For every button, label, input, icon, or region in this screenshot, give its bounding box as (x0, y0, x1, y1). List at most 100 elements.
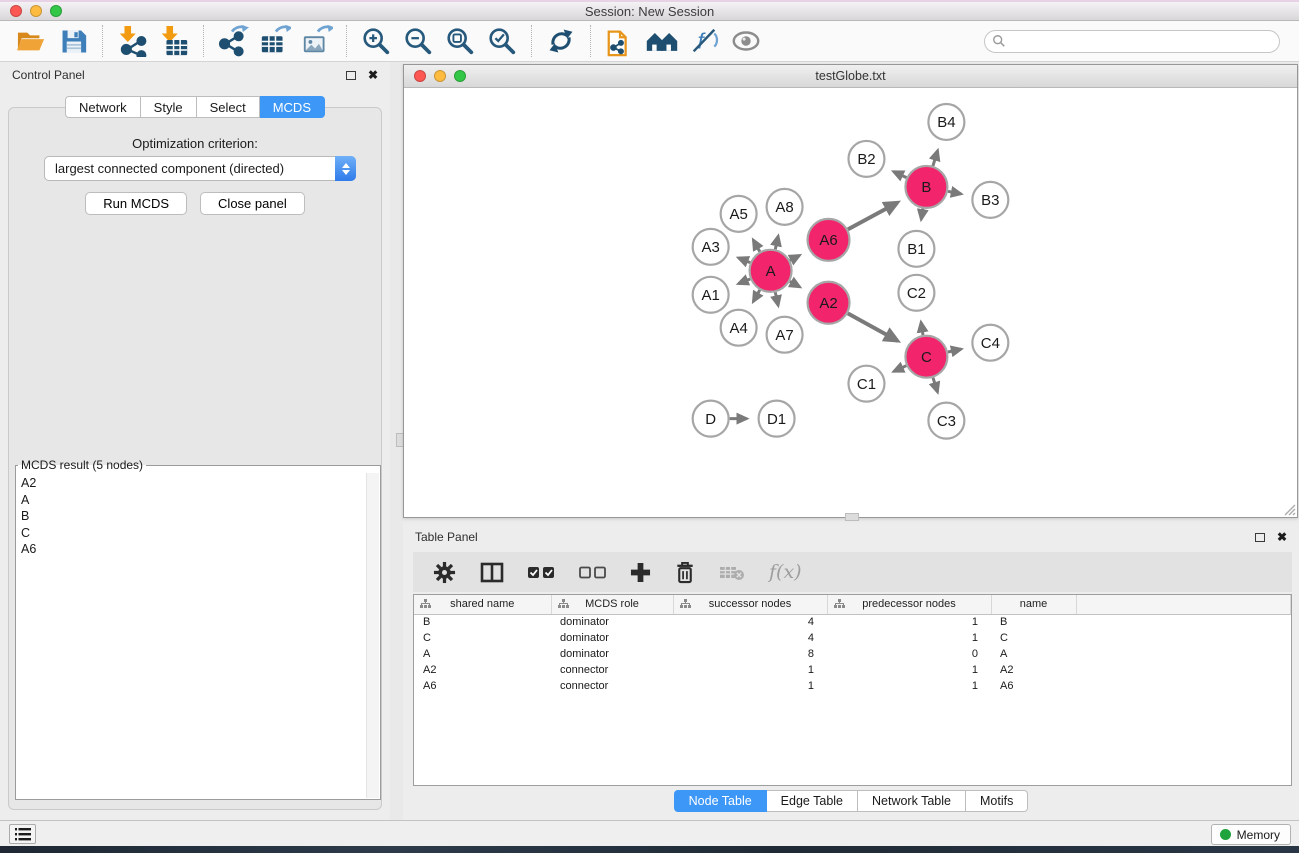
export-network-icon[interactable] (212, 23, 254, 59)
edge-B-B3[interactable] (948, 191, 961, 194)
graph-node-D[interactable]: D (693, 401, 729, 437)
tab-network[interactable]: Network (65, 96, 141, 118)
result-item[interactable]: A2 (21, 475, 364, 492)
open-session-icon[interactable] (10, 23, 52, 59)
zoom-selected-icon[interactable] (481, 23, 523, 59)
edge-A2-C[interactable] (848, 313, 898, 340)
show-column-icon[interactable] (480, 562, 504, 583)
tab-select[interactable]: Select (197, 96, 260, 118)
close-panel-button[interactable]: Close panel (200, 192, 305, 215)
search-input[interactable] (984, 30, 1280, 53)
tab-edge-table[interactable]: Edge Table (767, 790, 858, 812)
edge-A-A3[interactable] (739, 258, 751, 263)
graph-node-B[interactable]: B (905, 166, 947, 208)
edge-A-A7[interactable] (775, 292, 778, 305)
graph-node-A3[interactable]: A3 (693, 229, 729, 265)
edge-A-A1[interactable] (739, 279, 751, 284)
result-item[interactable]: A (21, 492, 364, 509)
edge-B-B2[interactable] (894, 172, 907, 178)
edge-B-B1[interactable] (921, 209, 923, 220)
tab-motifs[interactable]: Motifs (966, 790, 1028, 812)
table-settings-gear-icon[interactable] (433, 561, 456, 584)
close-table-panel-icon[interactable]: ✖ (1277, 530, 1287, 544)
delete-table-icon[interactable] (719, 564, 745, 581)
edge-A-A5[interactable] (753, 240, 759, 252)
network-graph[interactable]: B4 B2 B B3 A8 A5 A6 B1 A3 A A1 C2 A2 A4 A7 C4 C C1 C3 D D1 (404, 89, 1297, 517)
graph-node-A5[interactable]: A5 (721, 196, 757, 232)
criterion-dropdown[interactable]: largest connected component (directed) (44, 156, 356, 181)
edge-C-C2[interactable] (921, 322, 923, 335)
graphics-details-icon[interactable]: f (683, 23, 725, 59)
result-item[interactable]: B (21, 508, 364, 525)
graph-node-A2[interactable]: A2 (808, 282, 850, 324)
tab-mcds[interactable]: MCDS (260, 96, 325, 118)
delete-column-trash-icon[interactable] (675, 561, 695, 584)
graph-node-B1[interactable]: B1 (898, 231, 934, 267)
import-network-icon[interactable] (111, 23, 153, 59)
graph-node-A8[interactable]: A8 (767, 189, 803, 225)
table-row[interactable]: A6connector11A6 (414, 678, 1291, 694)
graph-node-A6[interactable]: A6 (808, 219, 850, 261)
graph-node-A1[interactable]: A1 (693, 277, 729, 313)
refresh-icon[interactable] (540, 23, 582, 59)
close-panel-icon[interactable]: ✖ (368, 68, 378, 82)
save-session-icon[interactable] (52, 23, 94, 59)
table-row[interactable]: A2connector11A2 (414, 662, 1291, 678)
zoom-fit-icon[interactable] (439, 23, 481, 59)
task-history-button[interactable] (9, 824, 36, 844)
graph-node-C[interactable]: C (905, 336, 947, 378)
edge-C-C4[interactable] (948, 349, 961, 352)
edge-C-C1[interactable] (894, 366, 906, 372)
edge-A6-B[interactable] (848, 203, 898, 230)
graph-node-A7[interactable]: A7 (767, 317, 803, 353)
home-neighbors-icon[interactable] (641, 23, 683, 59)
edge-A-A2[interactable] (790, 281, 800, 286)
graph-node-B2[interactable]: B2 (849, 141, 885, 177)
edge-A-A6[interactable] (790, 255, 799, 260)
edge-A-A8[interactable] (775, 236, 778, 249)
table-row[interactable]: Adominator80A (414, 646, 1291, 662)
graph-node-C2[interactable]: C2 (898, 275, 934, 311)
graph-node-C1[interactable]: C1 (849, 366, 885, 402)
column-header-shared-name[interactable]: shared name (414, 595, 551, 614)
result-item[interactable]: A6 (21, 541, 364, 558)
float-table-panel-icon[interactable] (1255, 533, 1265, 542)
graph-node-A4[interactable]: A4 (721, 310, 757, 346)
table-row[interactable]: Bdominator41B (414, 614, 1291, 630)
result-scrollbar[interactable] (366, 473, 379, 798)
select-all-icon[interactable] (528, 566, 555, 579)
tab-style[interactable]: Style (141, 96, 197, 118)
column-header-mcds-role[interactable]: MCDS role (551, 595, 673, 614)
table-row[interactable]: Cdominator41C (414, 630, 1291, 646)
network-from-file-icon[interactable] (599, 23, 641, 59)
deselect-all-icon[interactable] (579, 566, 606, 579)
graph-node-B4[interactable]: B4 (928, 104, 964, 140)
network-canvas[interactable]: B4 B2 B B3 A8 A5 A6 B1 A3 A A1 C2 A2 A4 A7 C4 C C1 C3 D D1 (404, 89, 1297, 517)
export-table-icon[interactable] (254, 23, 296, 59)
graph-node-C3[interactable]: C3 (928, 403, 964, 439)
export-image-icon[interactable] (296, 23, 338, 59)
run-mcds-button[interactable]: Run MCDS (85, 192, 187, 215)
edge-B-B4[interactable] (933, 151, 938, 166)
zoom-out-icon[interactable] (397, 23, 439, 59)
float-panel-icon[interactable] (346, 71, 356, 80)
function-builder-icon[interactable]: f(x) (769, 561, 802, 583)
graph-node-A[interactable]: A (750, 250, 792, 292)
tab-network-table[interactable]: Network Table (858, 790, 966, 812)
eye-icon[interactable] (725, 23, 767, 59)
edge-C-C3[interactable] (933, 378, 937, 392)
graph-node-B3[interactable]: B3 (972, 182, 1008, 218)
column-header-predecessor-nodes[interactable]: predecessor nodes (827, 595, 991, 614)
result-item[interactable]: C (21, 525, 364, 542)
add-column-plus-icon[interactable] (630, 562, 651, 583)
column-header-successor-nodes[interactable]: successor nodes (673, 595, 827, 614)
zoom-in-icon[interactable] (355, 23, 397, 59)
import-table-icon[interactable] (153, 23, 195, 59)
graph-node-D1[interactable]: D1 (759, 401, 795, 437)
edge-A-A4[interactable] (753, 290, 759, 302)
dropdown-stepper-icon[interactable] (335, 156, 356, 181)
column-header-name[interactable]: name (991, 595, 1076, 614)
graph-node-C4[interactable]: C4 (972, 325, 1008, 361)
window-resize-grip-icon[interactable] (1281, 501, 1296, 516)
horizontal-divider-grip[interactable] (845, 513, 859, 521)
